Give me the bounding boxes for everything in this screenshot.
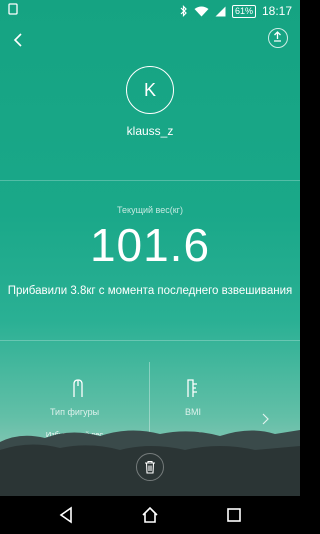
share-upload-icon: [274, 31, 281, 42]
avatar[interactable]: K: [126, 66, 174, 114]
trash-icon: [145, 460, 155, 474]
screen: 61% 18:17 K klauss_z Текущий вес(кг) 101…: [0, 0, 300, 534]
recent-apps-icon[interactable]: [224, 505, 244, 525]
signal-icon: [215, 6, 226, 17]
battery-icon: 61%: [231, 4, 256, 18]
system-nav-bar: [0, 496, 300, 534]
share-button[interactable]: [268, 28, 288, 48]
bluetooth-icon: [180, 5, 188, 17]
body-type-title: Тип фигуры: [49, 407, 100, 417]
bmi-scale-icon: [187, 379, 197, 397]
status-time: 18:17: [261, 4, 292, 18]
back-button[interactable]: [9, 30, 29, 50]
avatar-initial: K: [143, 79, 156, 100]
weight-label: Текущий вес(кг): [117, 205, 183, 215]
body-type-icon: [73, 379, 83, 397]
weight-value: 101.6: [89, 219, 211, 271]
battery-level: 61%: [234, 5, 253, 16]
back-triangle-icon[interactable]: [56, 505, 76, 525]
bmi-title: BMI: [185, 407, 202, 417]
weight-change-message: Прибавили 3.8кг с момента последнего взв…: [7, 285, 293, 297]
status-bar: 61% 18:17: [0, 0, 300, 22]
notification-icon: [8, 3, 18, 18]
chevron-left-icon: [13, 33, 22, 47]
home-icon[interactable]: [140, 505, 160, 525]
username: klauss_z: [126, 124, 174, 138]
divider: [0, 340, 300, 341]
wifi-icon: [194, 6, 209, 17]
delete-button[interactable]: [136, 453, 164, 481]
divider: [0, 180, 300, 181]
